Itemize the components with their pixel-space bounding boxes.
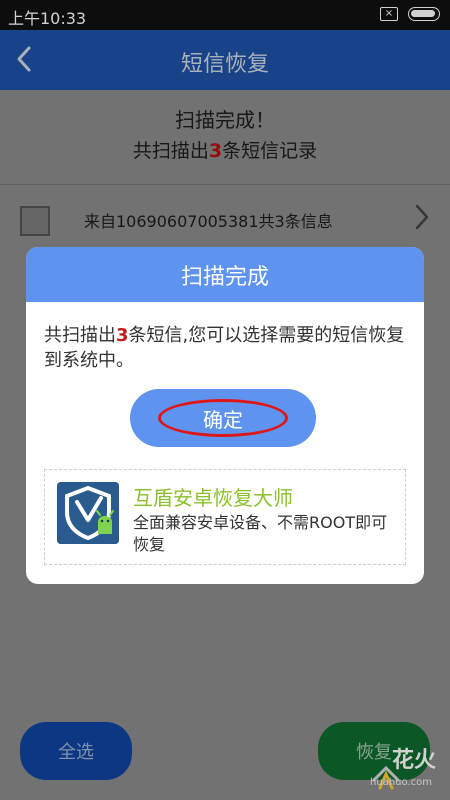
scan-complete-dialog: 扫描完成 共扫描出3条短信,您可以选择需要的短信恢复到系统中。 确定 互盾安卓恢… [26,247,424,584]
promo-card[interactable]: 互盾安卓恢复大师 全面兼容安卓设备、不需ROOT即可恢复 [44,469,406,565]
shield-android-logo-icon [57,482,119,544]
ok-button-wrap: 确定 [130,389,316,447]
dialog-header: 扫描完成 [26,247,424,302]
dialog-message: 共扫描出3条短信,您可以选择需要的短信恢复到系统中。 [44,323,409,373]
promo-description: 全面兼容安卓设备、不需ROOT即可恢复 [133,513,388,554]
promo-title: 互盾安卓恢复大师 [133,486,293,510]
ok-button[interactable]: 确定 [130,389,316,447]
dialog-message-count: 3 [116,325,129,346]
dialog-message-prefix: 共扫描出 [44,325,116,346]
modal-overlay: 扫描完成 共扫描出3条短信,您可以选择需要的短信恢复到系统中。 确定 互盾安卓恢… [0,0,450,800]
